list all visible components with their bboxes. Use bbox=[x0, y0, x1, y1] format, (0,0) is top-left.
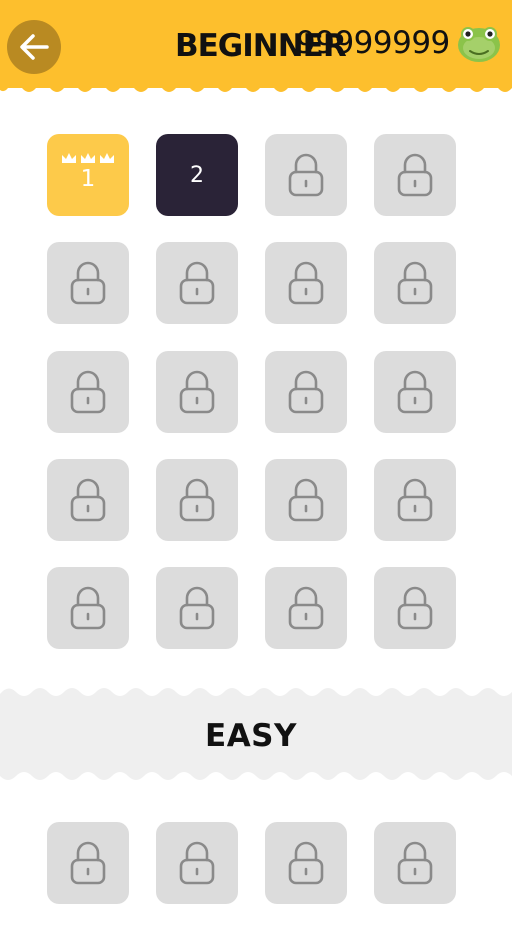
lock-icon bbox=[397, 153, 433, 197]
crown-icon bbox=[81, 153, 95, 163]
lock-icon bbox=[179, 478, 215, 522]
lock-icon bbox=[179, 261, 215, 305]
level-tile-locked[interactable] bbox=[47, 459, 129, 541]
level-tile-completed[interactable]: 1 bbox=[47, 134, 129, 216]
level-tile-locked[interactable] bbox=[156, 567, 238, 649]
lock-icon bbox=[70, 261, 106, 305]
level-tile-locked[interactable] bbox=[374, 351, 456, 433]
lock-icon bbox=[179, 370, 215, 414]
level-tile-current[interactable]: 2 bbox=[156, 134, 238, 216]
level-tile-locked[interactable] bbox=[374, 134, 456, 216]
level-number: 1 bbox=[80, 166, 96, 192]
lock-icon bbox=[70, 370, 106, 414]
level-tile-locked[interactable] bbox=[265, 134, 347, 216]
level-tile-locked[interactable] bbox=[156, 822, 238, 904]
back-button[interactable] bbox=[7, 20, 61, 74]
lock-icon bbox=[70, 841, 106, 885]
level-tile-locked[interactable] bbox=[265, 242, 347, 324]
level-tile-locked[interactable] bbox=[47, 822, 129, 904]
level-tile-locked[interactable] bbox=[265, 822, 347, 904]
lock-icon bbox=[288, 586, 324, 630]
green-frog-avatar-icon[interactable] bbox=[455, 18, 503, 66]
level-tile-locked[interactable] bbox=[47, 567, 129, 649]
lock-icon bbox=[288, 370, 324, 414]
level-tile-locked[interactable] bbox=[47, 351, 129, 433]
section-title: EASY bbox=[205, 718, 297, 754]
lock-icon bbox=[288, 478, 324, 522]
level-tile-locked[interactable] bbox=[156, 351, 238, 433]
lock-icon bbox=[70, 586, 106, 630]
level-tile-locked[interactable] bbox=[265, 567, 347, 649]
lock-icon bbox=[397, 261, 433, 305]
arrow-left-icon bbox=[20, 34, 49, 60]
lock-icon bbox=[288, 153, 324, 197]
level-tile-locked[interactable] bbox=[374, 459, 456, 541]
crown-rating bbox=[61, 152, 115, 164]
lock-icon bbox=[397, 841, 433, 885]
lock-icon bbox=[288, 261, 324, 305]
level-tile-locked[interactable] bbox=[374, 242, 456, 324]
lock-icon bbox=[397, 586, 433, 630]
level-tile-locked[interactable] bbox=[156, 242, 238, 324]
lock-icon bbox=[397, 370, 433, 414]
level-tile-locked[interactable] bbox=[374, 822, 456, 904]
header-wave-edge bbox=[0, 84, 512, 92]
level-tile-locked[interactable] bbox=[47, 242, 129, 324]
crown-icon bbox=[100, 153, 114, 163]
level-tile-locked[interactable] bbox=[265, 351, 347, 433]
lock-icon bbox=[397, 478, 433, 522]
lock-icon bbox=[70, 478, 106, 522]
crown-icon bbox=[62, 153, 76, 163]
level-tile-locked[interactable] bbox=[156, 459, 238, 541]
lock-icon bbox=[179, 841, 215, 885]
level-number: 2 bbox=[190, 162, 204, 188]
lock-icon bbox=[288, 841, 324, 885]
lock-icon bbox=[179, 586, 215, 630]
level-tile-locked[interactable] bbox=[374, 567, 456, 649]
coin-counter: 99999999 bbox=[296, 25, 450, 61]
level-tile-locked[interactable] bbox=[265, 459, 347, 541]
